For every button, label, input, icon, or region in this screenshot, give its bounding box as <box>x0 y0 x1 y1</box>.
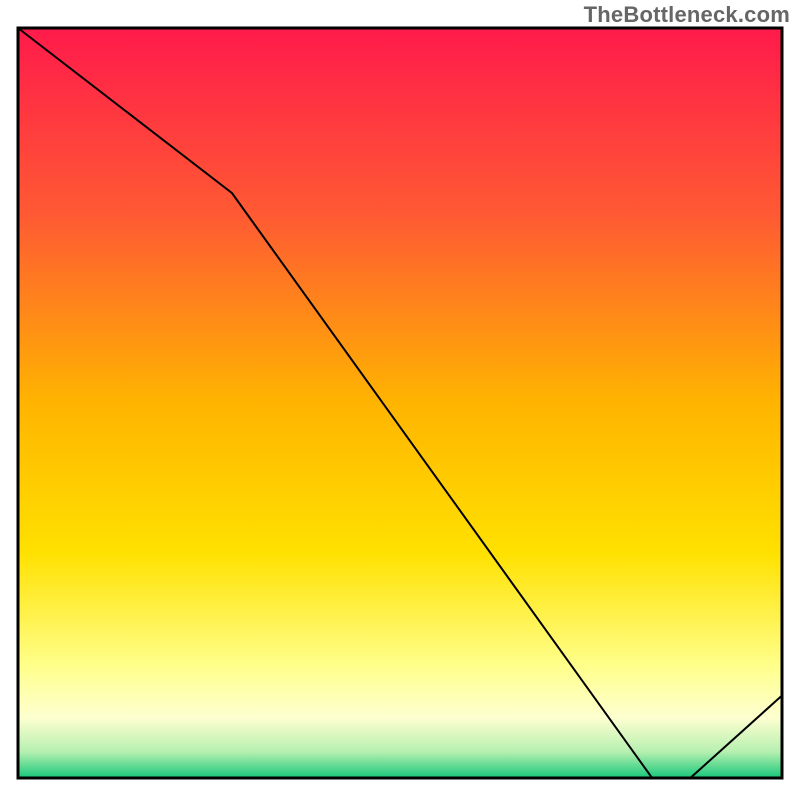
chart-svg <box>0 0 800 800</box>
plot-background <box>18 28 782 778</box>
chart-container: TheBottleneck.com <box>0 0 800 800</box>
